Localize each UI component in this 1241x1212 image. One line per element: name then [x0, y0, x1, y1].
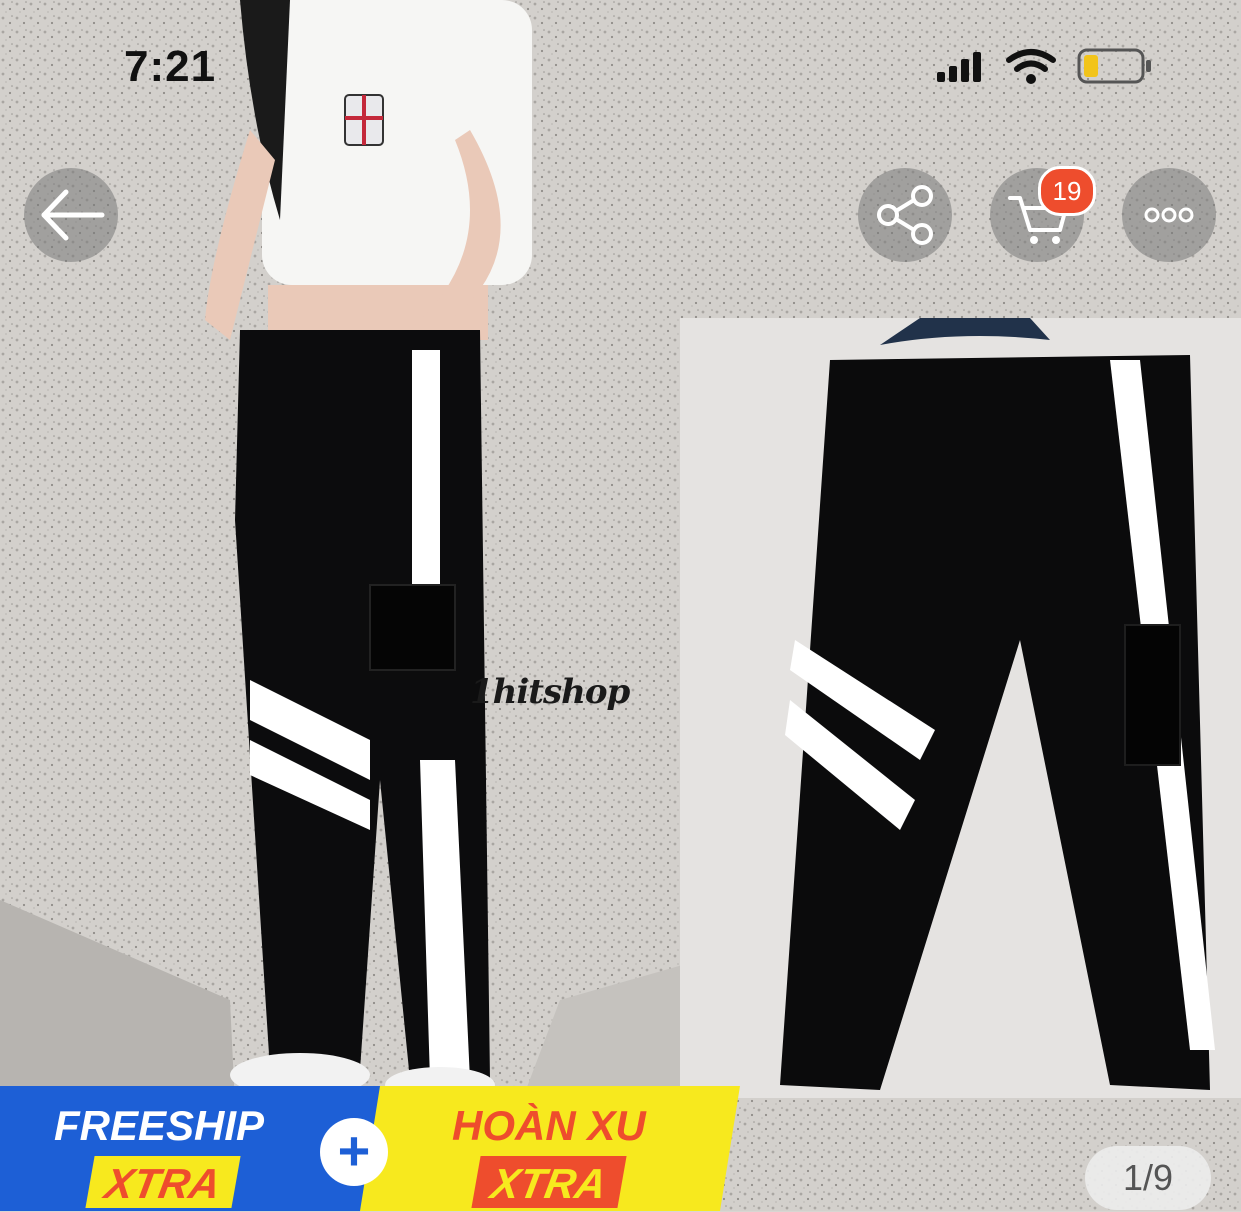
plus-icon: + — [320, 1118, 388, 1186]
cellular-signal-icon — [937, 52, 981, 82]
hoanxu-xtra-badge: XTRA — [471, 1156, 627, 1208]
shop-watermark: 1hitshop — [470, 672, 630, 712]
more-horizontal-icon — [1144, 207, 1194, 223]
freeship-label: FREESHIP — [54, 1102, 265, 1149]
gallery-page-indicator: 1/9 — [1085, 1146, 1211, 1210]
battery-icon — [1077, 48, 1151, 84]
status-bar: 7:21 — [0, 0, 1241, 130]
status-time: 7:21 — [124, 42, 217, 91]
promo-banner[interactable]: FREESHIP XTRA HOÀN XU XTRA + — [0, 1086, 740, 1211]
back-button[interactable] — [24, 168, 118, 262]
more-button[interactable] — [1122, 168, 1216, 262]
freeship-xtra-badge: XTRA — [85, 1156, 241, 1208]
hoanxu-label: HOÀN XU — [452, 1102, 646, 1149]
arrow-left-icon — [41, 189, 105, 241]
cart-count-badge: 19 — [1038, 166, 1096, 216]
share-button[interactable] — [858, 168, 952, 262]
wifi-icon — [1006, 49, 1056, 84]
share-icon — [877, 185, 933, 245]
status-icons — [937, 46, 1177, 90]
